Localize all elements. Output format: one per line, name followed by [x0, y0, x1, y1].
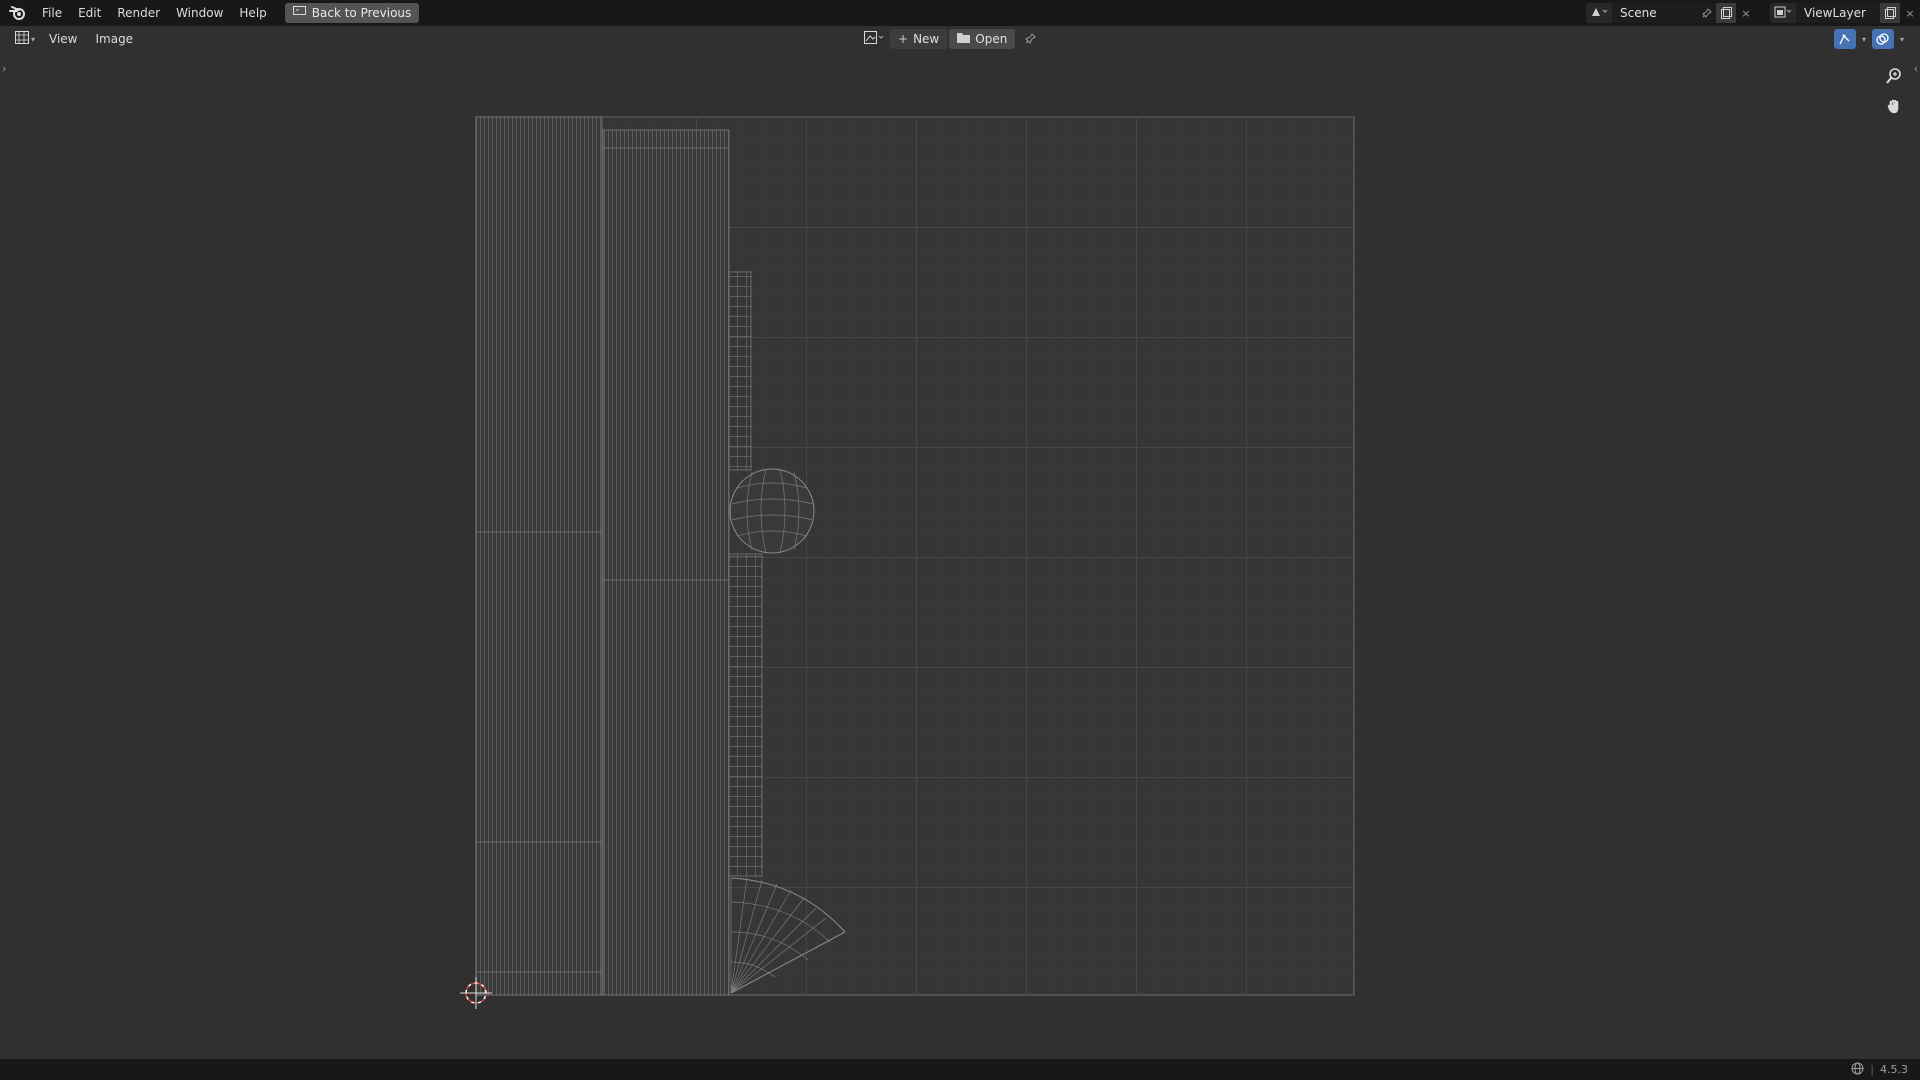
folder-icon [957, 32, 971, 46]
delete-view-layer-icon[interactable]: × [1900, 3, 1920, 23]
top-bar: File Edit Render Window Help Back to Pre… [0, 0, 1920, 26]
menu-view[interactable]: View [40, 32, 86, 46]
chevron-down-icon: ▾ [30, 34, 35, 44]
open-image-button[interactable]: Open [949, 29, 1016, 49]
uv-editor-viewport[interactable]: › ‹ [0, 52, 1920, 1059]
pin-scene-icon[interactable] [1696, 3, 1716, 23]
menu-render[interactable]: Render [109, 0, 168, 26]
zoom-icon[interactable] [1880, 62, 1908, 90]
status-bar: | 4.5.3 [0, 1059, 1920, 1080]
view-layer-name-field[interactable]: ViewLayer [1796, 3, 1880, 23]
menu-file[interactable]: File [34, 0, 70, 26]
scene-name-field[interactable]: Scene [1612, 3, 1696, 23]
overlays-icon[interactable] [1871, 29, 1894, 49]
chevron-down-icon[interactable]: ▾ [1858, 35, 1870, 44]
uv-sync-selection-icon[interactable] [1833, 29, 1856, 49]
uv-island-circle[interactable] [729, 468, 815, 554]
editor-type-selector[interactable]: ▾ [10, 29, 40, 49]
new-image-label: New [913, 32, 940, 46]
delete-scene-icon[interactable]: × [1736, 3, 1756, 23]
editor-header-right-controls: ▾ ▾ [1833, 29, 1908, 49]
back-to-previous-button[interactable]: Back to Previous [284, 3, 420, 23]
toolbar-toggle-icon[interactable]: › [2, 62, 6, 75]
scene-selector-button[interactable] [1586, 3, 1612, 23]
globe-icon [1851, 1062, 1864, 1078]
view-layer-icon [1774, 6, 1792, 21]
pan-hand-icon[interactable] [1880, 92, 1908, 120]
scene-icon [1590, 6, 1608, 21]
new-image-button[interactable]: + New [890, 29, 948, 49]
menu-edit[interactable]: Edit [70, 0, 109, 26]
scene-name: Scene [1620, 6, 1657, 20]
image-browse-controls: + New Open [862, 29, 1043, 49]
uv-editor-icon [14, 31, 29, 47]
plus-icon: + [898, 32, 909, 46]
menu-help[interactable]: Help [231, 0, 274, 26]
pin-image-icon[interactable] [1017, 29, 1043, 49]
menu-image[interactable]: Image [86, 32, 142, 46]
screen-icon [292, 6, 306, 20]
chevron-down-icon[interactable]: ▾ [1896, 35, 1908, 44]
menu-window[interactable]: Window [168, 0, 231, 26]
blender-logo-icon[interactable] [8, 3, 28, 23]
new-scene-icon[interactable] [1716, 3, 1736, 23]
browse-image-button[interactable] [862, 29, 888, 49]
top-right-controls: Scene × ViewLayer × [1586, 0, 1920, 26]
version-text: 4.5.3 [1880, 1063, 1908, 1076]
image-icon [864, 31, 886, 47]
version-separator: | [1870, 1063, 1874, 1076]
new-view-layer-icon[interactable] [1880, 3, 1900, 23]
view-layer-name: ViewLayer [1804, 6, 1866, 20]
open-image-label: Open [975, 32, 1008, 46]
image-editor-header: ▾ View Image + New Open ▾ ▾ [0, 26, 1920, 52]
sidebar-toggle-icon[interactable]: ‹ [1914, 62, 1918, 75]
back-to-previous-label: Back to Previous [311, 6, 412, 20]
version-info: | 4.5.3 [1851, 1062, 1908, 1078]
view-layer-selector-button[interactable] [1770, 3, 1796, 23]
uv-canvas[interactable] [0, 52, 1920, 1059]
